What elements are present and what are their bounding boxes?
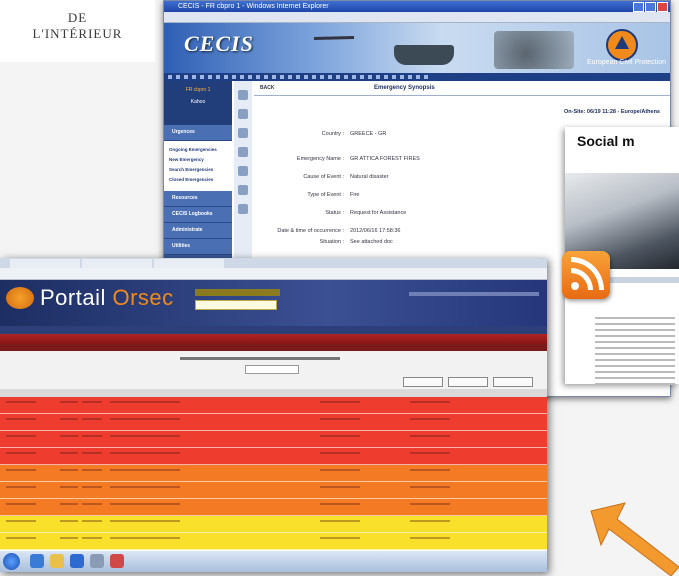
orsec-header: Portail Orsec	[0, 280, 547, 326]
orsec-window: Portail Orsec	[0, 258, 547, 572]
eu-civil-protection-label: European Civil Protection	[587, 59, 666, 66]
synopsis-header: BACK Emergency Synopsis	[254, 81, 670, 96]
table-button[interactable]	[493, 377, 533, 387]
notice-text	[180, 357, 340, 360]
info-icon[interactable]	[238, 166, 248, 176]
orsec-brand: Portail Orsec	[40, 285, 174, 311]
browser-tabs	[0, 258, 547, 268]
logout-link[interactable]: Kahoo	[164, 99, 232, 105]
table-row[interactable]	[0, 414, 547, 431]
events-toolbar	[0, 351, 547, 389]
sidebar-item-search[interactable]: Search Emergencies	[169, 165, 232, 175]
document-icon[interactable]	[238, 90, 248, 100]
browser-tab[interactable]	[10, 259, 80, 268]
onsite-time: On-Site: 06/19 11:28 - Europe/Athens	[564, 109, 660, 115]
sidebar-group-urgences[interactable]: Urgences	[164, 125, 232, 141]
social-title: Social m	[577, 133, 635, 149]
maximize-button[interactable]	[645, 2, 656, 12]
ie-icon[interactable]	[30, 554, 44, 568]
table-row[interactable]	[0, 397, 547, 414]
table-button[interactable]	[403, 377, 443, 387]
sidebar-items: Ongoing Emergencies New Emergency Search…	[164, 141, 232, 191]
table-row[interactable]	[0, 533, 547, 550]
rescue-image	[494, 31, 574, 69]
minimize-button[interactable]	[633, 2, 644, 12]
sidebar-group-administrate[interactable]: Administrate	[164, 223, 232, 239]
map-icon[interactable]	[238, 109, 248, 119]
logo-line-1: DE	[67, 10, 88, 25]
sidebar-group-resources[interactable]: Resources	[164, 191, 232, 207]
cecis-title-bar: CECIS - FR cbpro 1 - Windows Internet Ex…	[164, 1, 670, 12]
sidebar-group-logbooks[interactable]: CECIS Logbooks	[164, 207, 232, 223]
events-table	[0, 397, 547, 550]
folder-icon[interactable]	[50, 554, 64, 568]
header-links[interactable]	[409, 292, 539, 296]
arrow-icon	[590, 502, 679, 576]
cecis-address-bar[interactable]	[164, 12, 670, 23]
events-table-header	[0, 389, 547, 397]
table-row[interactable]	[0, 516, 547, 533]
user-name: FR cbpro 1	[185, 87, 211, 93]
browser-tab[interactable]	[82, 259, 152, 268]
plane-image	[314, 36, 354, 40]
search-input[interactable]	[195, 300, 277, 310]
orsec-address-bar[interactable]	[0, 268, 547, 280]
sidebar-item-ongoing[interactable]: Ongoing Emergencies	[169, 145, 232, 155]
app-icon[interactable]	[90, 554, 104, 568]
cecis-nav-strip	[164, 73, 670, 81]
events-sub-bar	[0, 344, 547, 351]
boat-image	[394, 45, 454, 65]
start-button[interactable]	[3, 553, 20, 570]
logo-line-2: L'INTÉRIEUR	[32, 26, 123, 41]
table-row[interactable]	[0, 448, 547, 465]
close-button[interactable]	[657, 2, 668, 12]
chart-icon[interactable]	[238, 128, 248, 138]
events-title-bar	[0, 334, 547, 344]
browser-icon[interactable]	[70, 554, 84, 568]
attachment-icon[interactable]	[238, 204, 248, 214]
app-icon[interactable]	[110, 554, 124, 568]
sidebar-item-new[interactable]: New Emergency	[169, 155, 232, 165]
sidebar-item-closed[interactable]: Closed Emergencies	[169, 175, 232, 185]
table-buttons	[403, 377, 533, 387]
orsec-brand-a: Portail	[40, 285, 106, 310]
user-box	[195, 289, 280, 296]
notice-button[interactable]	[245, 365, 299, 374]
page-title: Emergency Synopsis	[374, 85, 435, 91]
windows-taskbar	[0, 551, 547, 572]
table-row[interactable]	[0, 465, 547, 482]
table-row[interactable]	[0, 431, 547, 448]
table-row[interactable]	[0, 482, 547, 499]
orsec-nav-bar[interactable]	[0, 326, 547, 334]
ministry-logo: DE L'INTÉRIEUR	[0, 0, 155, 62]
orsec-logo-icon	[6, 287, 34, 309]
social-post-text	[595, 313, 675, 389]
cecis-brand: CECIS	[184, 31, 254, 56]
alert-icon[interactable]	[238, 147, 248, 157]
sidebar-group-utilities[interactable]: Utilities	[164, 239, 232, 255]
table-button[interactable]	[448, 377, 488, 387]
orsec-brand-b: Orsec	[105, 285, 174, 310]
settings-icon[interactable]	[238, 185, 248, 195]
sidebar-user: FR cbpro 1 Kahoo	[164, 81, 232, 125]
cecis-window-title: CECIS - FR cbpro 1 - Windows Internet Ex…	[178, 3, 329, 10]
window-controls	[633, 2, 668, 12]
rss-feed-icon	[562, 251, 610, 299]
browser-tab[interactable]	[154, 259, 224, 268]
civil-protection-emblem-icon	[606, 29, 638, 61]
back-button[interactable]: BACK	[260, 81, 274, 95]
table-row[interactable]	[0, 499, 547, 516]
